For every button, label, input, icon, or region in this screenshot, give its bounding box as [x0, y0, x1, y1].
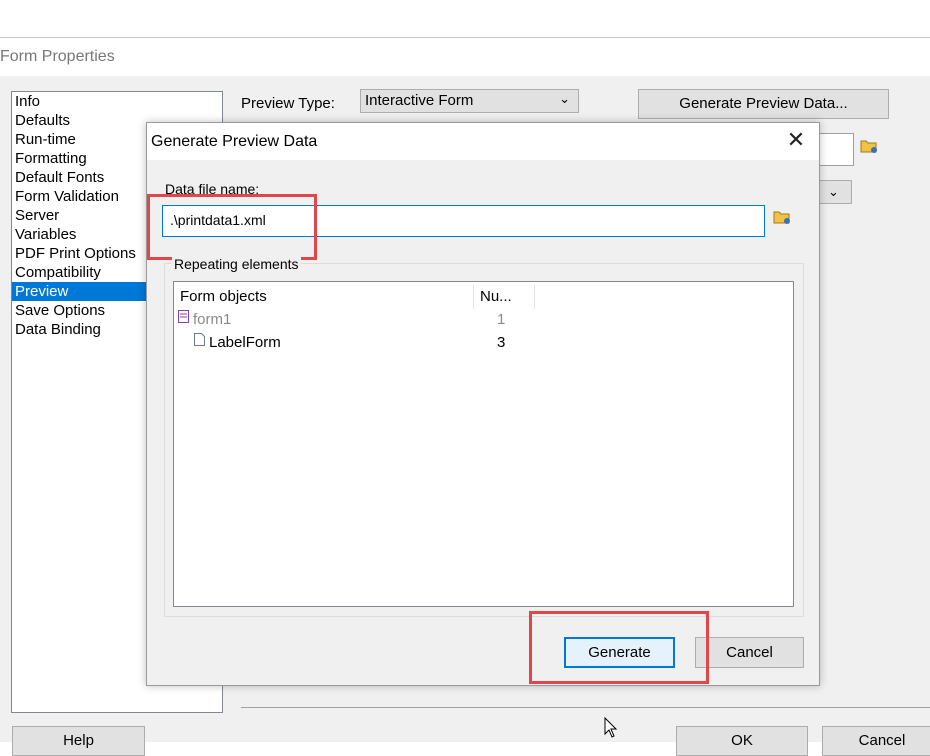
mouse-cursor-icon: [604, 716, 618, 744]
form-icon: [178, 308, 189, 330]
outer-titlebar: Form Properties: [0, 38, 930, 76]
tree-node-number: 3: [497, 334, 506, 351]
background-select[interactable]: ⌄: [815, 180, 852, 204]
preview-type-value: Interactive Form: [365, 92, 474, 109]
help-button[interactable]: Help: [12, 726, 145, 756]
background-field[interactable]: [815, 133, 854, 166]
annotation-highlight-box: [147, 194, 317, 260]
dialog-title: Generate Preview Data: [151, 133, 318, 150]
generate-preview-data-button[interactable]: Generate Preview Data...: [638, 89, 889, 119]
window-title: Form Properties: [0, 48, 115, 65]
tree-node-name: LabelForm: [209, 334, 281, 351]
annotation-highlight-box: [529, 611, 709, 684]
tree-row[interactable]: LabelForm 3: [174, 332, 793, 354]
outer-cancel-button[interactable]: Cancel: [822, 726, 930, 756]
folder-icon[interactable]: [860, 138, 878, 157]
tree-row[interactable]: form1 1: [174, 309, 793, 331]
preview-type-select[interactable]: Interactive Form ⌄: [360, 89, 579, 113]
cancel-button[interactable]: Cancel: [695, 637, 804, 668]
column-header-number[interactable]: Nu...: [474, 285, 535, 309]
tree-node-number: 1: [497, 311, 506, 328]
generate-preview-data-dialog: Generate Preview Data ✕ Data file name: …: [146, 122, 820, 686]
close-icon[interactable]: ✕: [785, 129, 807, 151]
chevron-down-icon: ⌄: [559, 91, 570, 106]
category-item-info[interactable]: Info: [12, 92, 222, 111]
folder-icon[interactable]: [773, 209, 791, 228]
column-header-form-objects[interactable]: Form objects: [174, 285, 474, 309]
preview-type-label: Preview Type:: [241, 95, 335, 112]
ok-button[interactable]: OK: [676, 726, 808, 756]
dialog-titlebar: Generate Preview Data ✕: [147, 123, 819, 160]
tree-node-name: form1: [193, 311, 232, 328]
chevron-down-icon: ⌄: [828, 184, 839, 199]
divider: [241, 707, 930, 708]
form-objects-tree[interactable]: Form objects Nu... form1 1 LabelForm 3: [173, 281, 794, 607]
page-icon: [194, 331, 205, 353]
repeating-elements-label: Repeating elements: [172, 256, 301, 272]
